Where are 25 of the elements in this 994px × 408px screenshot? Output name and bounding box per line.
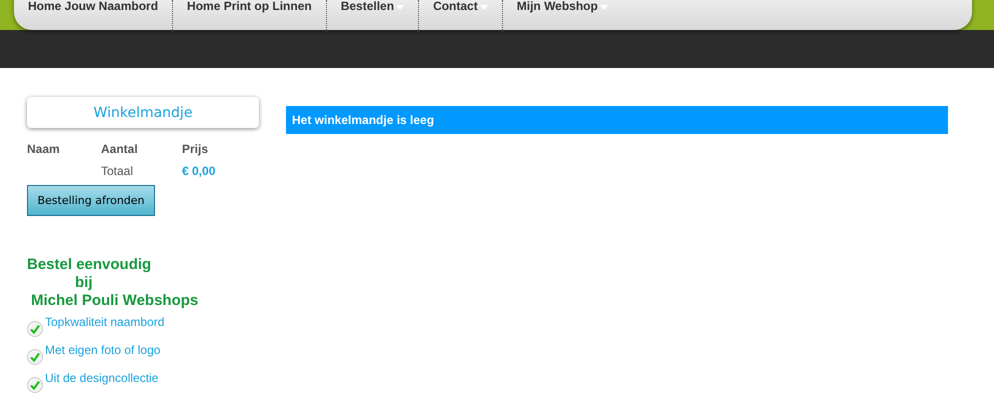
check-icon <box>27 377 43 393</box>
total-value: € 0,00 <box>182 164 216 178</box>
total-label: Totaal <box>101 164 134 178</box>
promo-heading: Bestel eenvoudig <box>27 256 152 274</box>
nav-link[interactable]: Contact <box>419 0 502 13</box>
column-header: Naam <box>27 142 61 156</box>
nav-link[interactable]: Mijn Webshop <box>502 0 622 13</box>
promo-item: Uit de designcollectie <box>45 371 158 385</box>
caret-icon <box>600 4 608 10</box>
promo-item: Met eigen foto of logo <box>45 343 160 357</box>
column-header: Aantal <box>101 142 139 156</box>
check-icon <box>27 349 43 365</box>
nav-link[interactable]: Home Jouw Naambord <box>28 0 172 13</box>
check-icon <box>27 321 43 337</box>
promo-heading: bij <box>74 274 94 292</box>
nav-link[interactable]: Bestellen <box>326 0 418 13</box>
nav-link[interactable]: Home Print op Linnen <box>173 0 326 13</box>
promo-item: Topkwaliteit naambord <box>45 315 164 329</box>
empty-cart-message: Het winkelmandje is leeg <box>286 106 948 134</box>
caret-icon <box>480 4 488 10</box>
column-header: Prijs <box>182 142 210 156</box>
caret-icon <box>396 4 404 10</box>
cart-title: Winkelmandje <box>27 97 259 128</box>
promo-heading: Michel Pouli Webshops <box>30 292 200 310</box>
checkout-button[interactable]: Bestelling afronden <box>27 185 155 216</box>
